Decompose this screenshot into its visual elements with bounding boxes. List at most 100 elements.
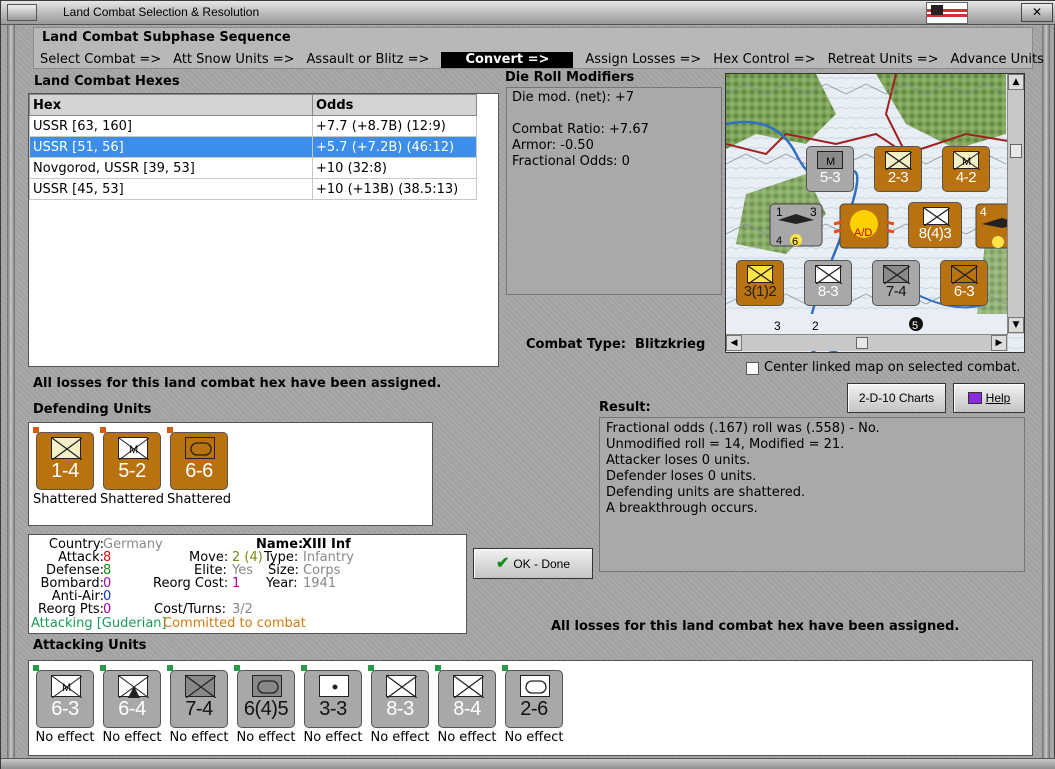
defending-unit-counter[interactable]: M 5-2: [100, 427, 161, 490]
unit-status: Shattered: [33, 492, 97, 507]
status-marker: [368, 665, 374, 671]
table-row[interactable]: USSR [45, 53] +10 (+13B) (38.5:13): [29, 178, 477, 200]
step-assault-blitz[interactable]: Assault or Blitz =>: [307, 52, 430, 68]
defending-unit-counter[interactable]: 6-6: [167, 427, 228, 490]
step-convert[interactable]: Convert =>: [441, 52, 574, 68]
unit-status: No effect: [236, 730, 296, 745]
attacking-unit-counter[interactable]: M 6-3: [33, 665, 94, 728]
map-terrain: 1 3 6 4 A/D 4 5 3 2: [726, 74, 1024, 352]
attacking-unit-counter[interactable]: 6-4: [100, 665, 161, 728]
map-unit-counter[interactable]: M 5-3: [806, 146, 854, 192]
result-line: Defender loses 0 units.: [606, 469, 757, 484]
unit-value: 1-4: [51, 460, 79, 482]
scroll-thumb[interactable]: [1010, 144, 1022, 158]
table-row[interactable]: USSR [63, 160] +7.7 (+8.7B) (12:9): [29, 115, 477, 137]
hex-cell: USSR [51, 56]: [29, 136, 313, 158]
unit-value: 2-6: [520, 698, 548, 720]
attacking-unit-counter[interactable]: 8-3: [368, 665, 429, 728]
step-hex-control[interactable]: Hex Control =>: [713, 52, 815, 68]
unit-value: 8(4)3: [918, 225, 952, 242]
step-att-snow-units[interactable]: Att Snow Units =>: [173, 52, 294, 68]
dieroll-line: [512, 106, 716, 122]
ok-done-button[interactable]: ✔ OK - Done: [473, 548, 593, 579]
hexes-title: Land Combat Hexes: [34, 74, 180, 89]
defending-title: Defending Units: [33, 402, 152, 417]
unit-value: 4-2: [955, 169, 977, 186]
losses-message-bottom: All losses for this land combat hex have…: [551, 619, 960, 634]
map-unit-counter[interactable]: 3(1)2: [736, 260, 784, 306]
linked-map[interactable]: 1 3 6 4 A/D 4 5 3 2 M 5-3 2-3 M 4-2 8(4)…: [725, 73, 1025, 353]
table-row[interactable]: Novgorod, USSR [39, 53] +10 (32:8): [29, 157, 477, 179]
unit-value: 7-4: [185, 698, 213, 720]
map-horizontal-scrollbar[interactable]: ◀ ▶: [726, 334, 1008, 351]
scroll-right-icon[interactable]: ▶: [991, 335, 1007, 351]
frame-right: [1042, 25, 1050, 758]
status-bar: [1, 758, 1055, 769]
attacking-unit-counter[interactable]: 2-6: [502, 665, 563, 728]
title-bar: Land Combat Selection & Resolution ✕: [1, 1, 1055, 25]
infantry-icon: [386, 675, 417, 698]
map-unit-counter[interactable]: 6-3: [940, 260, 988, 306]
center-map-label[interactable]: Center linked map on selected combat.: [764, 360, 1020, 375]
svg-text:5: 5: [912, 320, 918, 332]
col-hex[interactable]: Hex: [29, 94, 313, 116]
attacking-unit-counter[interactable]: 6(4)5: [234, 665, 295, 728]
map-vertical-scrollbar[interactable]: ▲ ▼: [1007, 74, 1024, 334]
unit-value: 3-3: [319, 698, 347, 720]
motorized-icon: M: [817, 151, 843, 169]
charts-button[interactable]: 2-D-10 Charts: [847, 383, 946, 413]
status-marker: [502, 665, 508, 671]
unit-value: 7-4: [885, 283, 907, 300]
subphase-panel: Land Combat Subphase Sequence Select Com…: [33, 27, 1044, 69]
unit-value: 6-4: [118, 698, 146, 720]
scroll-down-icon[interactable]: ▼: [1008, 317, 1024, 333]
col-odds[interactable]: Odds: [312, 94, 477, 116]
step-select-combat[interactable]: Select Combat =>: [40, 52, 161, 68]
close-button[interactable]: ✕: [1021, 3, 1053, 22]
unit-status: No effect: [437, 730, 497, 745]
map-unit-counter[interactable]: 8-3: [804, 260, 852, 306]
attacking-unit-counter[interactable]: 3-3: [301, 665, 362, 728]
unit-value: 2-3: [887, 169, 909, 186]
status-committed: Committed to combat: [163, 616, 306, 631]
combat-type-label: Combat Type:: [526, 337, 626, 352]
map-unit-counter[interactable]: 2-3: [874, 146, 922, 192]
status-marker: [435, 665, 441, 671]
combat-window: Land Combat Selection & Resolution ✕ Lan…: [0, 0, 1055, 769]
attacking-unit-counter[interactable]: 7-4: [167, 665, 228, 728]
svg-text:M: M: [962, 156, 971, 168]
center-map-checkbox[interactable]: [746, 362, 759, 375]
window-menu-icon[interactable]: [7, 4, 37, 21]
subphase-title: Land Combat Subphase Sequence: [42, 30, 291, 45]
hexes-list[interactable]: Hex Odds USSR [63, 160] +7.7 (+8.7B) (12…: [28, 93, 499, 367]
motorized-icon: M: [118, 437, 149, 460]
defending-unit-counter[interactable]: 1-4: [33, 427, 94, 490]
country-value: Germany: [103, 537, 163, 552]
cost-key: Cost/Turns:: [154, 602, 226, 617]
unit-status: No effect: [102, 730, 162, 745]
status-attacking: Attacking [Guderian]: [31, 616, 167, 631]
map-unit-counter[interactable]: 8(4)3: [908, 202, 962, 248]
losses-message: All losses for this land combat hex have…: [33, 376, 442, 391]
step-retreat-units[interactable]: Retreat Units =>: [828, 52, 939, 68]
infantry-icon: [923, 207, 950, 226]
map-unit-counter[interactable]: 7-4: [872, 260, 920, 306]
step-assign-losses[interactable]: Assign Losses =>: [585, 52, 701, 68]
step-advance-units[interactable]: Advance Units: [951, 52, 1044, 68]
table-row[interactable]: USSR [51, 56] +5.7 (+7.2B) (46:12): [29, 136, 477, 158]
dieroll-line: Fractional Odds: 0: [512, 154, 630, 169]
attacking-unit-counter[interactable]: 8-4: [435, 665, 496, 728]
unit-status: No effect: [303, 730, 363, 745]
infantry-icon: [885, 151, 912, 170]
map-unit-counter[interactable]: M 4-2: [942, 146, 990, 192]
hexes-table: Hex Odds USSR [63, 160] +7.7 (+8.7B) (12…: [29, 94, 477, 200]
cost-value: 3/2: [232, 602, 253, 617]
svg-text:M: M: [826, 156, 835, 168]
scroll-left-icon[interactable]: ◀: [726, 335, 742, 351]
unit-status: Shattered: [100, 492, 164, 507]
scroll-up-icon[interactable]: ▲: [1008, 74, 1024, 90]
scroll-thumb[interactable]: [856, 337, 868, 349]
help-button[interactable]: Help: [953, 383, 1025, 413]
odds-cell: +10 (32:8): [312, 157, 477, 179]
infantry-icon: [453, 675, 484, 698]
